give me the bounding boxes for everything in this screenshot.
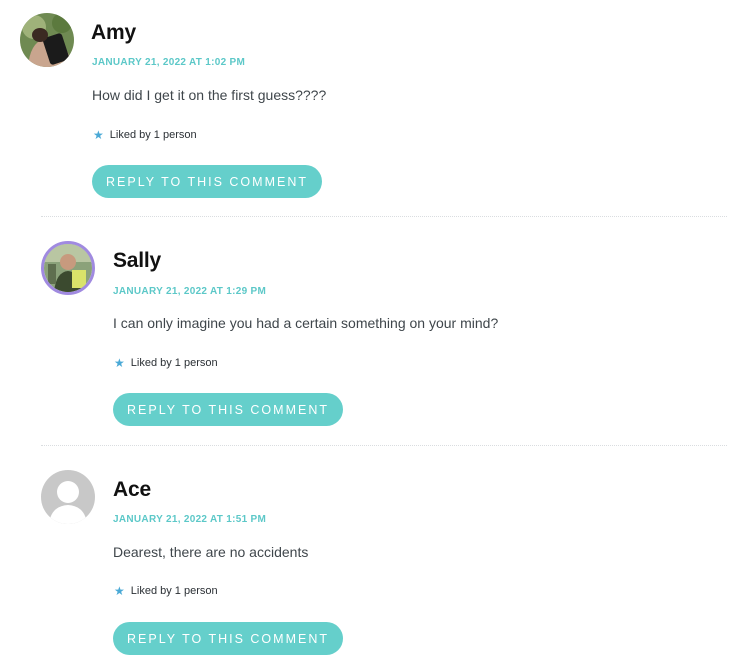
comment-date[interactable]: JANUARY 21, 2022 AT 1:51 PM <box>113 514 266 525</box>
comment-author[interactable]: Amy <box>91 21 136 45</box>
avatar-ace[interactable] <box>41 470 95 524</box>
comment-text: How did I get it on the first guess???? <box>92 87 327 103</box>
star-icon: ★ <box>93 128 104 142</box>
comment-text: I can only imagine you had a certain som… <box>113 315 499 331</box>
comment-date[interactable]: JANUARY 21, 2022 AT 1:29 PM <box>113 286 266 297</box>
reply-button[interactable]: REPLY TO THIS COMMENT <box>92 165 322 198</box>
comment-text: Dearest, there are no accidents <box>113 544 309 560</box>
avatar-sally[interactable] <box>41 241 95 295</box>
reply-button[interactable]: REPLY TO THIS COMMENT <box>113 622 343 655</box>
likes-info: ★ Liked by 1 person <box>114 357 218 369</box>
comment-date[interactable]: JANUARY 21, 2022 AT 1:02 PM <box>92 57 245 68</box>
avatar-amy[interactable] <box>20 13 74 67</box>
likes-label: Liked by 1 person <box>130 585 218 597</box>
star-icon: ★ <box>114 584 125 598</box>
likes-info: ★ Liked by 1 person <box>114 585 218 597</box>
likes-label: Liked by 1 person <box>109 129 197 141</box>
reply-button[interactable]: REPLY TO THIS COMMENT <box>113 393 343 426</box>
comment-author[interactable]: Ace <box>113 478 151 502</box>
comment-author[interactable]: Sally <box>113 249 161 273</box>
likes-info: ★ Liked by 1 person <box>93 129 197 141</box>
star-icon: ★ <box>114 356 125 370</box>
comment-divider <box>41 216 727 217</box>
comment-divider <box>41 445 727 446</box>
likes-label: Liked by 1 person <box>130 357 218 369</box>
